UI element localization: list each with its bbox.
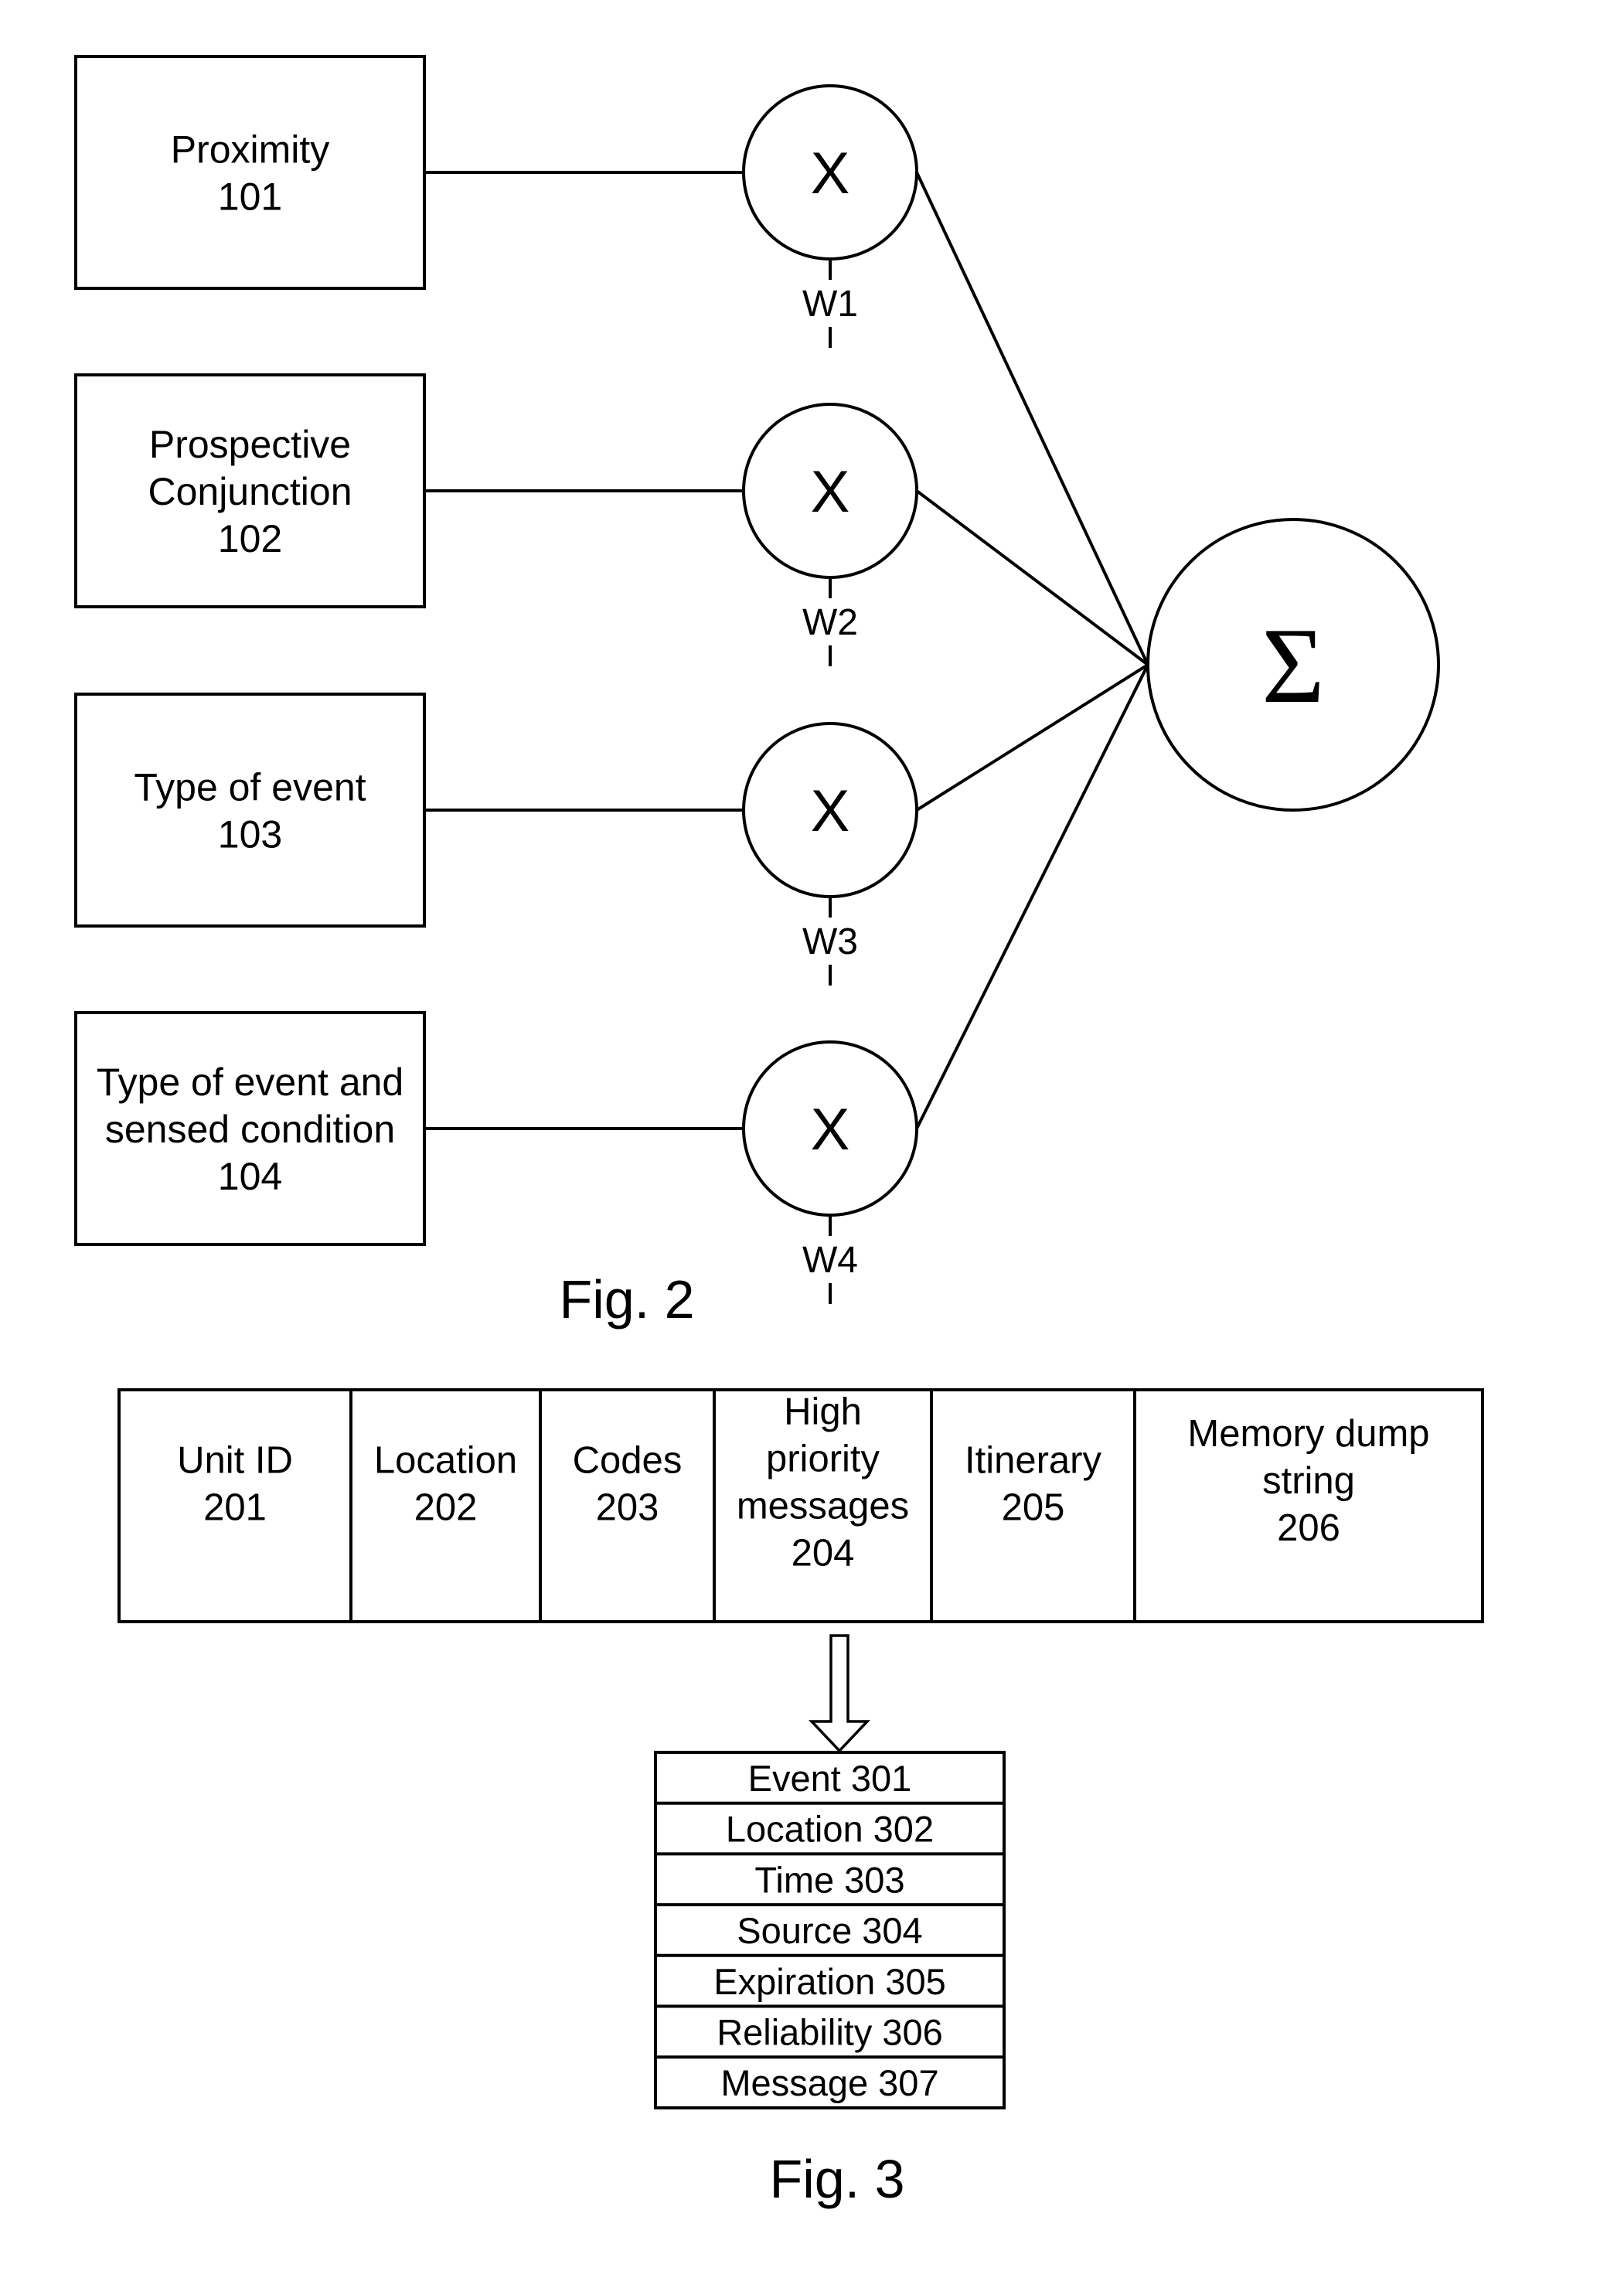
record-field-label: 204 — [792, 1533, 855, 1575]
input-box-label: 104 — [218, 1155, 282, 1198]
input-box-label: 101 — [218, 175, 282, 219]
figure-2-caption: Fig. 2 — [559, 1269, 694, 1330]
record-field-label: messages — [737, 1486, 909, 1527]
message-field-label: Expiration 305 — [713, 1961, 945, 2002]
record-field-label: 205 — [1002, 1487, 1065, 1529]
message-field-label: Message 307 — [720, 2062, 938, 2103]
figure-3-caption: Fig. 3 — [769, 2149, 904, 2209]
record-field-label: Location — [374, 1440, 517, 1482]
multiply-symbol: X — [811, 141, 850, 206]
summation-node: Σ — [1146, 518, 1440, 812]
multiply-symbol: X — [811, 459, 850, 525]
patent-drawing-sheet: Proximity101 ProspectiveConjunction102 Typ… — [0, 0, 1624, 2271]
input-box-frame — [74, 55, 426, 290]
multiplier-node: X — [742, 403, 918, 579]
sigma-symbol: Σ — [1261, 606, 1324, 726]
message-field-label: Time 303 — [754, 1859, 904, 1900]
record-field-label: 203 — [596, 1487, 659, 1529]
record-field-label: Itinerary — [965, 1440, 1102, 1482]
input-box-label: Type of event — [134, 766, 366, 809]
input-box: ProspectiveConjunction102 — [74, 373, 426, 608]
multiply-symbol: X — [811, 778, 850, 844]
input-box-label: Conjunction — [148, 470, 352, 513]
input-box-label: 103 — [218, 813, 282, 856]
input-box: Type of event andsensed condition104 — [74, 1011, 426, 1246]
message-field-label: Reliability 306 — [717, 2012, 943, 2053]
message-field-label: Source 304 — [737, 1910, 922, 1951]
record-field-label: Memory dump — [1187, 1413, 1429, 1455]
record-field-label: Codes — [573, 1440, 683, 1482]
input-box: Proximity101 — [74, 55, 426, 290]
record-field-label: 201 — [203, 1487, 267, 1529]
record-field-label: Unit ID — [177, 1440, 293, 1482]
weight-label: W2 — [802, 602, 858, 643]
message-field-label: Event 301 — [748, 1758, 912, 1799]
input-box-frame — [74, 693, 426, 928]
input-box-label: Type of event and — [97, 1061, 404, 1104]
record-field-label: High — [784, 1391, 862, 1433]
message-field-label: Location 302 — [726, 1809, 934, 1850]
input-box-label: 102 — [218, 517, 282, 560]
input-box-label: Prospective — [149, 423, 351, 466]
multiply-symbol: X — [811, 1097, 850, 1163]
record-table: Unit ID 201 Location 202 Codes 203 High priorit… — [117, 1388, 1484, 1623]
message-fields-table: Event 301 Location 302 Time 303 Source 304 E… — [654, 1751, 1006, 2109]
record-field-label: 206 — [1277, 1507, 1340, 1549]
record-field-label: 202 — [414, 1487, 478, 1529]
message-field-row: Event 301 — [748, 1758, 912, 1799]
multiplier-node: X — [742, 722, 918, 898]
input-box: Type of event103 — [74, 693, 426, 928]
weight-label: W3 — [802, 921, 858, 962]
record-field-label: priority — [766, 1439, 880, 1480]
weight-label: W4 — [802, 1240, 858, 1281]
input-box-label: Proximity — [171, 128, 330, 172]
multiplier-node: X — [742, 84, 918, 260]
weight-label: W1 — [802, 284, 858, 325]
input-box-label: sensed condition — [105, 1108, 395, 1151]
record-field-label: string — [1262, 1460, 1355, 1502]
multiplier-node: X — [742, 1040, 918, 1217]
